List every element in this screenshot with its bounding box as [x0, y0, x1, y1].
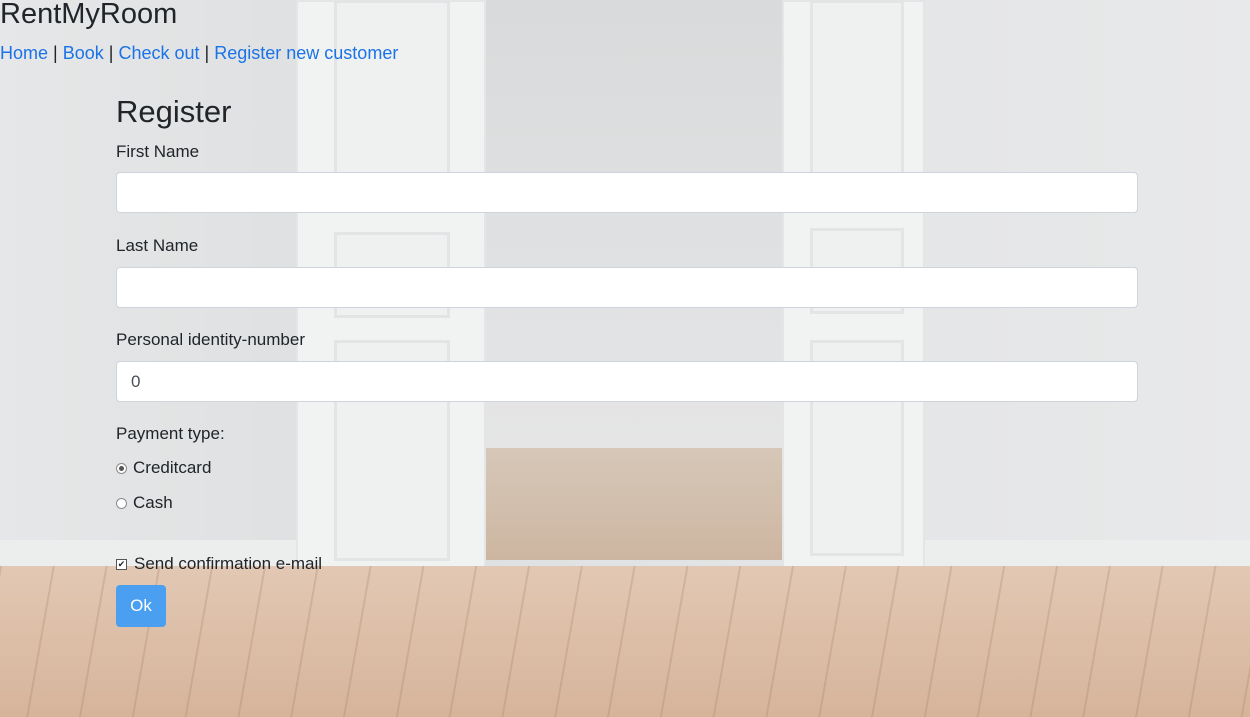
nav-separator: |	[204, 43, 210, 63]
radio-icon[interactable]	[116, 497, 127, 509]
payment-type-label: Payment type:	[116, 424, 225, 443]
ok-button[interactable]: Ok	[116, 585, 166, 627]
first-name-label: First Name	[116, 142, 200, 161]
first-name-input[interactable]	[116, 172, 1138, 213]
nav-register-link[interactable]: Register new customer	[214, 43, 398, 63]
register-form: Register First Name Last Name Personal i…	[116, 92, 1138, 627]
checkbox-icon[interactable]: ✔	[116, 558, 127, 570]
top-nav: Home | Book | Check out | Register new c…	[0, 43, 398, 64]
nav-checkout-link[interactable]: Check out	[118, 43, 199, 63]
form-heading: Register	[116, 94, 232, 129]
confirmation-email-label: Send confirmation e-mail	[134, 554, 323, 573]
nav-book-link[interactable]: Book	[63, 43, 104, 63]
payment-option-label: Creditcard	[133, 458, 212, 477]
payment-option-cash[interactable]: Cash	[116, 493, 173, 513]
nav-home-link[interactable]: Home	[0, 43, 48, 63]
app-title: RentMyRoom	[0, 0, 178, 30]
payment-option-creditcard[interactable]: Creditcard	[116, 458, 211, 478]
nav-separator: |	[108, 43, 114, 63]
last-name-label: Last Name	[116, 236, 199, 255]
confirmation-email-checkbox-row[interactable]: ✔ Send confirmation e-mail	[116, 554, 322, 574]
personal-id-input[interactable]	[116, 361, 1138, 402]
radio-icon[interactable]	[116, 462, 127, 474]
nav-separator: |	[53, 43, 58, 63]
personal-id-label: Personal identity-number	[116, 330, 305, 349]
payment-option-label: Cash	[133, 493, 173, 512]
last-name-input[interactable]	[116, 267, 1138, 308]
